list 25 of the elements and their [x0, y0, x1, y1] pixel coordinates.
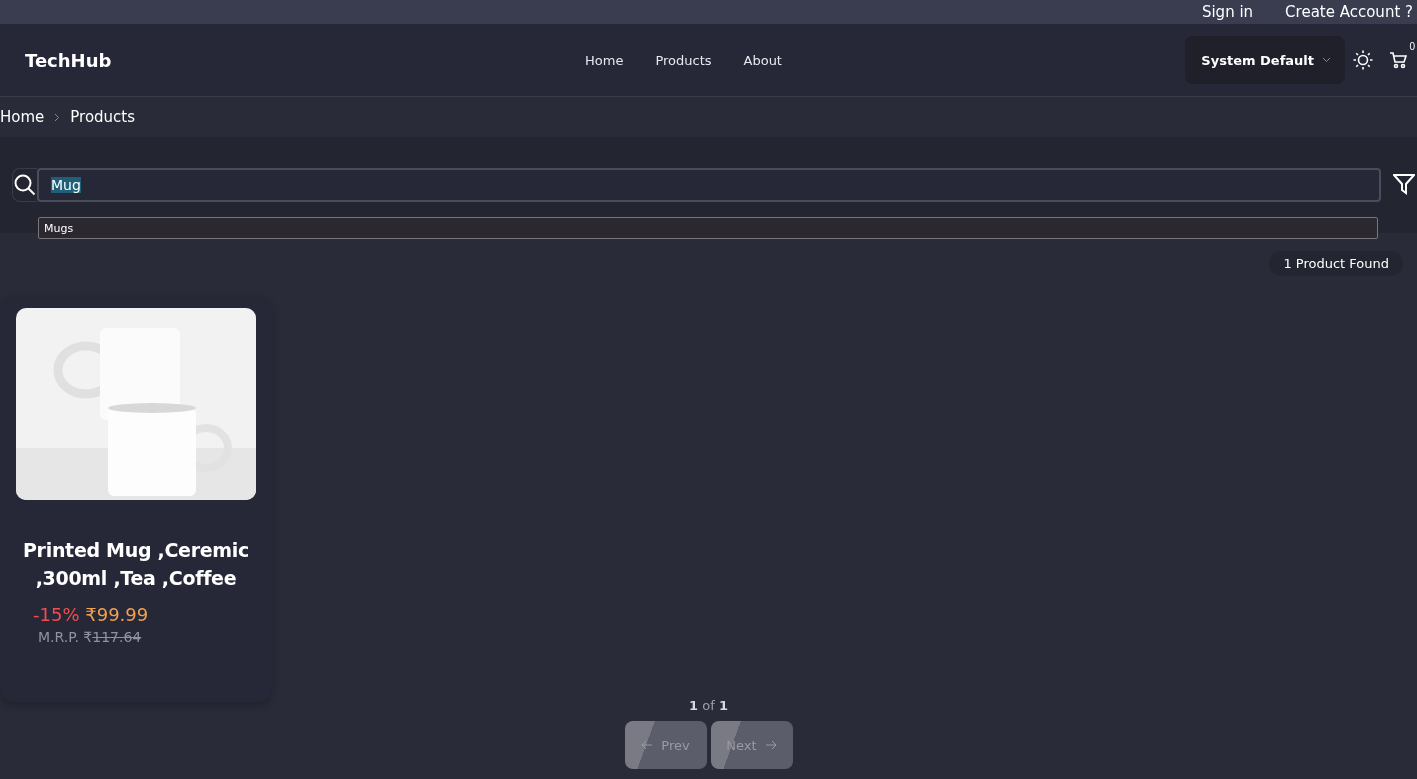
header-link[interactable]: Sign in	[1201, 3, 1254, 21]
product-card[interactable]: Printed Mug ,Ceremic ,300ml ,Tea ,Coffee -15% ₹99.99 M.R.P. ₹117.64	[0, 296, 272, 702]
arrow-left-icon	[641, 740, 654, 750]
mrp-price: M.R.P. ₹117.64	[38, 629, 143, 645]
nav-link[interactable]: Products	[655, 52, 712, 68]
header-link[interactable]: Create Account ?	[1285, 3, 1413, 21]
cart-count: 0	[1409, 41, 1415, 52]
product-title[interactable]: Printed Mug ,Ceremic ,300ml ,Tea ,Coffee	[16, 536, 256, 592]
page-indicator: 1 of 1	[689, 698, 728, 713]
search-field[interactable]: Mug	[37, 168, 1381, 202]
search-icon	[14, 174, 36, 196]
nav-link[interactable]: Home	[585, 52, 624, 68]
chevron-down-icon	[1322, 57, 1331, 63]
result-count: 1 Product Found	[1269, 251, 1403, 276]
product-price: -15% ₹99.99	[33, 604, 150, 625]
logo[interactable]: TechHub	[25, 49, 585, 71]
arrow-right-icon	[764, 740, 777, 750]
chevron-icon	[54, 112, 61, 122]
theme-select[interactable]: System Default	[1185, 36, 1345, 84]
filter-icon[interactable]	[1393, 172, 1415, 198]
breadcrumb-link[interactable]: Products	[70, 108, 136, 126]
breadcrumb-link[interactable]: Home	[0, 108, 45, 126]
sun-icon[interactable]	[1353, 50, 1373, 70]
nav-link[interactable]: About	[743, 52, 782, 68]
suggestion-item[interactable]: Mugs	[38, 217, 1378, 239]
